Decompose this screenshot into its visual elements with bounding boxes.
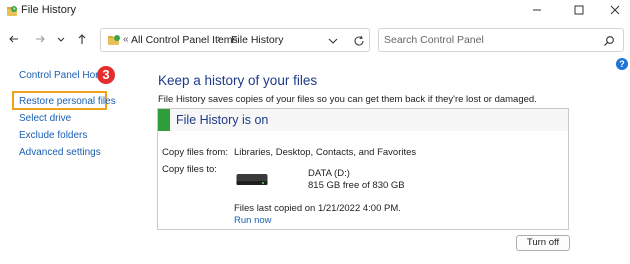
navigation-bar: « All Control Panel Items › File History — [0, 28, 630, 52]
recent-locations-button[interactable] — [53, 31, 69, 47]
status-text: File History is on — [176, 113, 269, 127]
title-bar: File History — [0, 0, 630, 22]
address-bar[interactable]: « All Control Panel Items › File History — [100, 28, 370, 52]
file-history-icon — [6, 4, 18, 16]
help-icon[interactable]: ? — [616, 58, 628, 70]
breadcrumb-all-control-panel-items[interactable]: All Control Panel Items — [131, 34, 238, 46]
search-input[interactable] — [384, 33, 594, 47]
drive-free-space: 815 GB free of 830 GB — [308, 180, 405, 191]
copy-from-value: Libraries, Desktop, Contacts, and Favori… — [234, 147, 417, 158]
chevron-down-icon — [57, 37, 65, 42]
minimize-icon — [533, 9, 541, 11]
file-history-status-panel: File History is on Copy files from: Libr… — [157, 108, 569, 230]
breadcrumb-file-history[interactable]: File History — [231, 34, 284, 46]
back-arrow-icon — [9, 35, 18, 43]
back-button[interactable] — [6, 31, 22, 47]
sidebar-item-select-drive[interactable]: Select drive — [19, 113, 71, 124]
step-number-badge: 3 — [97, 66, 115, 84]
refresh-button[interactable] — [353, 34, 365, 52]
control-panel-folder-icon — [107, 34, 121, 47]
page-title: Keep a history of your files — [158, 73, 318, 88]
hard-drive-icon — [236, 173, 268, 187]
search-icon — [604, 36, 614, 46]
sidebar-item-control-panel-home[interactable]: Control Panel Home — [19, 70, 109, 81]
chevron-down-icon — [328, 38, 338, 44]
sidebar-item-exclude-folders[interactable]: Exclude folders — [19, 130, 87, 141]
window-title: File History — [21, 4, 77, 16]
up-arrow-icon — [78, 34, 86, 44]
search-box[interactable] — [378, 28, 624, 52]
last-copied-text: Files last copied on 1/21/2022 4:00 PM. — [234, 203, 401, 214]
turn-off-button[interactable]: Turn off — [516, 235, 570, 251]
sidebar-item-advanced-settings[interactable]: Advanced settings — [19, 147, 101, 158]
close-icon — [610, 5, 620, 15]
sidebar-item-restore-personal-files[interactable]: Restore personal files — [19, 96, 116, 107]
copy-to-label: Copy files to: — [162, 164, 217, 175]
breadcrumb-separator[interactable]: › — [217, 33, 221, 45]
address-dropdown-button[interactable] — [327, 34, 339, 52]
up-button[interactable] — [74, 31, 90, 47]
status-header: File History is on — [158, 109, 568, 131]
status-indicator — [158, 109, 170, 131]
copy-from-label: Copy files from: — [162, 147, 228, 158]
refresh-icon — [354, 35, 364, 46]
forward-button[interactable] — [32, 31, 48, 47]
maximize-button[interactable] — [568, 2, 590, 18]
drive-name: DATA (D:) — [308, 168, 350, 179]
page-description: File History saves copies of your files … — [158, 94, 537, 105]
close-button[interactable] — [604, 2, 626, 18]
minimize-button[interactable] — [526, 2, 548, 18]
search-button[interactable] — [603, 34, 615, 52]
breadcrumb-overflow[interactable]: « — [123, 34, 129, 45]
maximize-icon — [574, 5, 584, 15]
forward-arrow-icon — [36, 35, 45, 43]
run-now-link[interactable]: Run now — [234, 215, 272, 226]
